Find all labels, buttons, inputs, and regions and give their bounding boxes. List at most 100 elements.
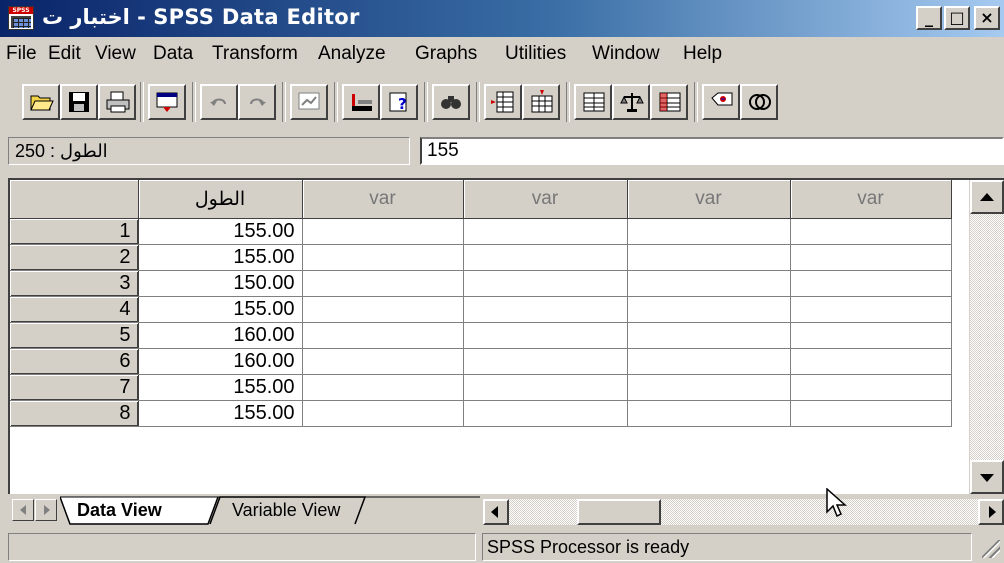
empty-cell[interactable]	[302, 400, 464, 427]
empty-cell[interactable]	[463, 322, 628, 349]
data-cell[interactable]: 160.00	[138, 348, 303, 375]
tab-data-view[interactable]: Data View	[77, 496, 162, 524]
menu-file[interactable]: File	[6, 43, 37, 65]
open-button[interactable]	[22, 84, 60, 120]
empty-cell[interactable]	[627, 270, 791, 297]
maximize-button[interactable]: □	[944, 6, 970, 30]
empty-cell[interactable]	[463, 296, 628, 323]
empty-cell[interactable]	[463, 374, 628, 401]
scroll-down-button[interactable]	[970, 460, 1004, 494]
empty-cell[interactable]	[463, 348, 628, 375]
empty-cell[interactable]	[627, 374, 791, 401]
column-header-var[interactable]: var	[790, 180, 952, 219]
select-cases-button[interactable]	[650, 84, 688, 120]
column-header-var[interactable]: var	[463, 180, 628, 219]
data-cell[interactable]: 155.00	[138, 374, 303, 401]
scroll-up-button[interactable]	[970, 180, 1004, 214]
data-cell[interactable]: 155.00	[138, 296, 303, 323]
empty-cell[interactable]	[463, 244, 628, 271]
empty-cell[interactable]	[302, 374, 464, 401]
menu-view[interactable]: View	[95, 43, 136, 65]
horizontal-scrollbar[interactable]	[483, 499, 1004, 525]
insert-variable-button[interactable]	[522, 84, 560, 120]
empty-cell[interactable]	[790, 400, 952, 427]
menu-transform[interactable]: Transform	[212, 43, 298, 65]
goto-chart-button[interactable]	[290, 84, 328, 120]
undo-button[interactable]	[200, 84, 238, 120]
row-header[interactable]: 5	[10, 322, 139, 349]
empty-cell[interactable]	[463, 218, 628, 245]
data-cell[interactable]: 155.00	[138, 244, 303, 271]
find-button[interactable]	[432, 84, 470, 120]
tab-variable-view[interactable]: Variable View	[232, 496, 340, 524]
row-header[interactable]: 8	[10, 400, 139, 427]
title-bar[interactable]: SPSS اختبار ت - SPSS Data Editor _ □ ×	[0, 0, 1004, 37]
empty-cell[interactable]	[790, 244, 952, 271]
resize-grip-icon[interactable]	[982, 540, 1000, 558]
weight-cases-button[interactable]	[612, 84, 650, 120]
row-header[interactable]: 2	[10, 244, 139, 271]
empty-cell[interactable]	[790, 348, 952, 375]
column-header-var[interactable]: var	[627, 180, 791, 219]
sheet-tabs-bar: Data View Variable View	[8, 496, 1004, 526]
minimize-button[interactable]: _	[916, 6, 942, 30]
menu-data[interactable]: Data	[153, 43, 193, 65]
menu-help[interactable]: Help	[683, 43, 722, 65]
cell-value-field[interactable]: 155	[420, 137, 1004, 165]
menu-window[interactable]: Window	[592, 43, 660, 65]
row-header[interactable]: 7	[10, 374, 139, 401]
row-header[interactable]: 4	[10, 296, 139, 323]
goto-case-button[interactable]	[342, 84, 380, 120]
menu-analyze[interactable]: Analyze	[318, 43, 386, 65]
column-header-height[interactable]: الطول	[138, 180, 303, 219]
data-cell[interactable]: 160.00	[138, 322, 303, 349]
menu-graphs[interactable]: Graphs	[415, 43, 477, 65]
menu-edit[interactable]: Edit	[48, 43, 81, 65]
empty-cell[interactable]	[790, 296, 952, 323]
row-header[interactable]: 1	[10, 218, 139, 245]
scroll-left-button[interactable]	[483, 499, 509, 525]
save-button[interactable]	[60, 84, 98, 120]
empty-cell[interactable]	[790, 322, 952, 349]
redo-button[interactable]	[238, 84, 276, 120]
empty-cell[interactable]	[627, 244, 791, 271]
column-header-var[interactable]: var	[302, 180, 464, 219]
scroll-thumb[interactable]	[577, 499, 661, 525]
spss-app-icon[interactable]: SPSS	[8, 6, 34, 30]
variables-button[interactable]: ?	[380, 84, 418, 120]
empty-cell[interactable]	[463, 270, 628, 297]
close-button[interactable]: ×	[974, 6, 1000, 30]
empty-cell[interactable]	[302, 296, 464, 323]
empty-cell[interactable]	[302, 348, 464, 375]
data-cell[interactable]: 155.00	[138, 218, 303, 245]
tab-scroll-right-button[interactable]	[35, 499, 57, 521]
data-cell[interactable]: 155.00	[138, 400, 303, 427]
empty-cell[interactable]	[302, 244, 464, 271]
value-labels-button[interactable]	[702, 84, 740, 120]
empty-cell[interactable]	[627, 400, 791, 427]
split-file-button[interactable]	[574, 84, 612, 120]
empty-cell[interactable]	[627, 218, 791, 245]
empty-cell[interactable]	[302, 322, 464, 349]
empty-cell[interactable]	[463, 400, 628, 427]
tab-scroll-left-button[interactable]	[12, 499, 34, 521]
row-header[interactable]: 6	[10, 348, 139, 375]
empty-cell[interactable]	[790, 270, 952, 297]
row-header[interactable]: 3	[10, 270, 139, 297]
empty-cell[interactable]	[790, 218, 952, 245]
empty-cell[interactable]	[302, 218, 464, 245]
empty-cell[interactable]	[627, 322, 791, 349]
empty-cell[interactable]	[302, 270, 464, 297]
use-sets-button[interactable]	[740, 84, 778, 120]
print-button[interactable]	[98, 84, 136, 120]
menu-utilities[interactable]: Utilities	[505, 43, 566, 65]
vertical-scrollbar[interactable]	[969, 180, 1004, 494]
dialog-recall-button[interactable]	[148, 84, 186, 120]
empty-cell[interactable]	[627, 296, 791, 323]
data-cell[interactable]: 150.00	[138, 270, 303, 297]
insert-cases-button[interactable]	[484, 84, 522, 120]
corner-cell[interactable]	[10, 180, 139, 219]
empty-cell[interactable]	[627, 348, 791, 375]
scroll-right-button[interactable]	[978, 499, 1004, 525]
empty-cell[interactable]	[790, 374, 952, 401]
